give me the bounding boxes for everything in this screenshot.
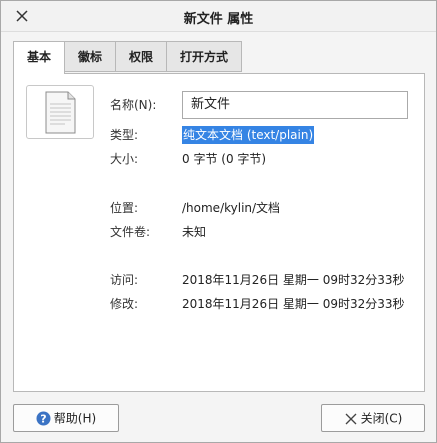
- properties-dialog: 新文件 属性 基本 徽标 权限 打开方式 名称(N): 新文件 类型: 纯文本文…: [0, 0, 437, 443]
- accessed-label: 访问:: [110, 273, 139, 287]
- size-value: 0 字节 (0 字节): [182, 152, 267, 166]
- tab-open-with[interactable]: 打开方式: [167, 41, 243, 72]
- location-row: 位置: /home/kylin/文档: [110, 199, 280, 217]
- help-icon: ?: [36, 411, 51, 426]
- name-row: 名称(N):: [110, 96, 182, 114]
- modified-value: 2018年11月26日 星期一 09时32分33秒: [182, 297, 405, 311]
- tab-basic[interactable]: 基本: [13, 41, 66, 74]
- modified-label: 修改:: [110, 297, 139, 311]
- accessed-value: 2018年11月26日 星期一 09时32分33秒: [182, 273, 405, 287]
- volume-row: 文件卷: 未知: [110, 223, 206, 241]
- location-value: /home/kylin/文档: [182, 201, 281, 215]
- text-file-icon: [45, 91, 76, 134]
- type-row: 类型: 纯文本文档 (text/plain): [110, 126, 315, 144]
- location-label: 位置:: [110, 201, 139, 215]
- close-button[interactable]: 关闭(C): [321, 404, 425, 432]
- tab-bar: 基本 徽标 权限 打开方式: [13, 41, 243, 74]
- type-value[interactable]: 纯文本文档 (text/plain): [182, 126, 315, 144]
- tab-permissions[interactable]: 权限: [116, 41, 168, 72]
- modified-row: 修改: 2018年11月26日 星期一 09时32分33秒: [110, 295, 405, 313]
- size-label: 大小:: [110, 152, 139, 166]
- type-label: 类型:: [110, 128, 139, 142]
- size-row: 大小: 0 字节 (0 字节): [110, 150, 266, 168]
- help-button[interactable]: ? 帮助(H): [13, 404, 119, 432]
- close-button-label: 关闭(C): [360, 411, 403, 426]
- accessed-row: 访问: 2018年11月26日 星期一 09时32分33秒: [110, 271, 405, 289]
- name-label: 名称(N):: [110, 98, 157, 112]
- name-field[interactable]: 新文件: [182, 91, 408, 119]
- window-title: 新文件 属性: [183, 12, 254, 27]
- svg-text:?: ?: [40, 413, 46, 426]
- volume-label: 文件卷:: [110, 225, 151, 239]
- close-icon: [345, 413, 357, 424]
- basic-panel: 名称(N): 新文件 类型: 纯文本文档 (text/plain) 大小: 0 …: [13, 73, 425, 392]
- volume-value: 未知: [182, 225, 207, 239]
- file-icon-button[interactable]: [26, 85, 94, 139]
- title-bar: 新文件 属性: [1, 1, 436, 32]
- tab-emblems[interactable]: 徽标: [65, 41, 117, 72]
- help-button-label: 帮助(H): [53, 411, 97, 426]
